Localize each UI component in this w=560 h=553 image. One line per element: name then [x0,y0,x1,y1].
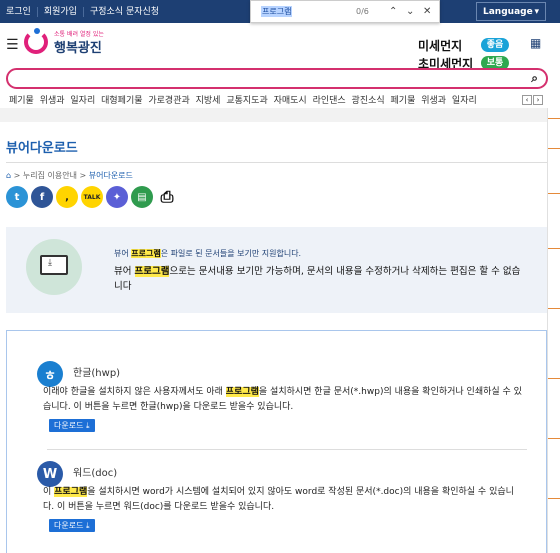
login-link[interactable]: 로그인 [0,6,38,17]
info-note: 뷰어 프로그램은 파일로 된 문서들을 보기만 지원합니다. [114,249,302,258]
prev-icon[interactable]: ‹ [522,95,532,105]
find-bar: 프로그램 0/6 ⌃ ⌄ ✕ [250,0,440,23]
print-icon[interactable]: ⎙ [156,186,178,208]
page-title: 뷰어다운로드 [6,141,78,156]
viewer-name: 워드(doc) [73,468,118,479]
language-select[interactable]: Language ▾ [476,2,546,21]
logo-dot [34,28,40,34]
logo-text: 행복광진 [54,41,102,56]
find-prev-icon[interactable]: ⌃ [389,6,397,17]
find-next-icon[interactable]: ⌄ [406,6,414,17]
separator [47,449,527,450]
search-bar[interactable]: ⌕ [6,68,548,89]
twitter-icon[interactable]: t [6,186,28,208]
viewer-desc: 이래야 한글을 설치하지 않은 사용자께서도 아래 프로그램을 설치하시면 한글… [43,387,522,412]
kakaotalk-icon[interactable]: TALK [81,186,103,208]
document-icon[interactable]: ▤ [131,186,153,208]
viewer-list: ㅎ 한글(hwp) 이래야 한글을 설치하지 않은 사용자께서도 아래 프로그램… [6,330,547,553]
info-text: 뷰어 프로그램으로는 문서내용 보기만 가능하며, 문서의 내용을 수정하거나 … [114,266,521,292]
share-bar: t f , TALK ✦ ▤ ⎙ [6,186,181,208]
sms-link[interactable]: 구정소식 문자신청 [84,7,165,17]
quick-keywords[interactable]: 페기물 위생과 일자리 대형페기물 가로경관과 지방세 교통지도과 자매도시 라… [9,93,477,106]
info-panel: ⤓ 뷰어 프로그램은 파일로 된 문서들을 보기만 지원합니다. 뷰어 프로그램… [6,227,547,313]
download-monitor-icon: ⤓ [26,239,82,295]
logo[interactable]: 소통 배려 열정 있는 행복광진 [24,28,104,58]
viewer-desc: 이 프로그램을 설치하시면 word가 시스템에 설치되어 있지 않아도 wor… [43,487,514,512]
keyword-nav: ‹ › [521,95,543,105]
section-divider [0,108,548,122]
join-link[interactable]: 회원가입 [38,6,84,17]
breadcrumb-current: 뷰어다운로드 [88,171,133,180]
hwp-icon: ㅎ [37,361,63,387]
find-count: 0/6 [356,7,369,16]
menu-icon[interactable]: ☰ [6,37,19,53]
language-label: Language [483,6,533,17]
next-icon[interactable]: › [533,95,543,105]
dust-label: 미세먼지 [418,39,463,53]
download-button[interactable]: 다운로드 ⤓ [49,419,95,432]
dust-status-badge: 좋음 [481,38,509,52]
viewer-name: 한글(hwp) [73,368,121,379]
grid-menu-icon[interactable]: ▦ [530,36,541,50]
side-strip [547,108,560,553]
breadcrumb: ⌂ > 누리집 이용안내 > 뷰어다운로드 [6,171,133,180]
title-rule [6,162,547,163]
close-icon[interactable]: ✕ [423,6,431,17]
header: ☰ 소통 배려 열정 있는 행복광진 미세먼지 좋음 초미세먼지 보통 ▦ [0,23,560,71]
home-icon[interactable]: ⌂ [6,171,11,180]
facebook-icon[interactable]: f [31,186,53,208]
chevron-down-icon: ▾ [534,6,539,17]
find-input[interactable]: 프로그램 [261,6,293,17]
link-icon[interactable]: ✦ [106,186,128,208]
download-button[interactable]: 다운로드 ⤓ [49,519,95,532]
search-icon[interactable]: ⌕ [531,71,538,86]
word-icon: W [37,461,63,487]
breadcrumb-item[interactable]: 누리집 이용안내 [23,171,77,180]
story-icon[interactable]: , [56,186,78,208]
